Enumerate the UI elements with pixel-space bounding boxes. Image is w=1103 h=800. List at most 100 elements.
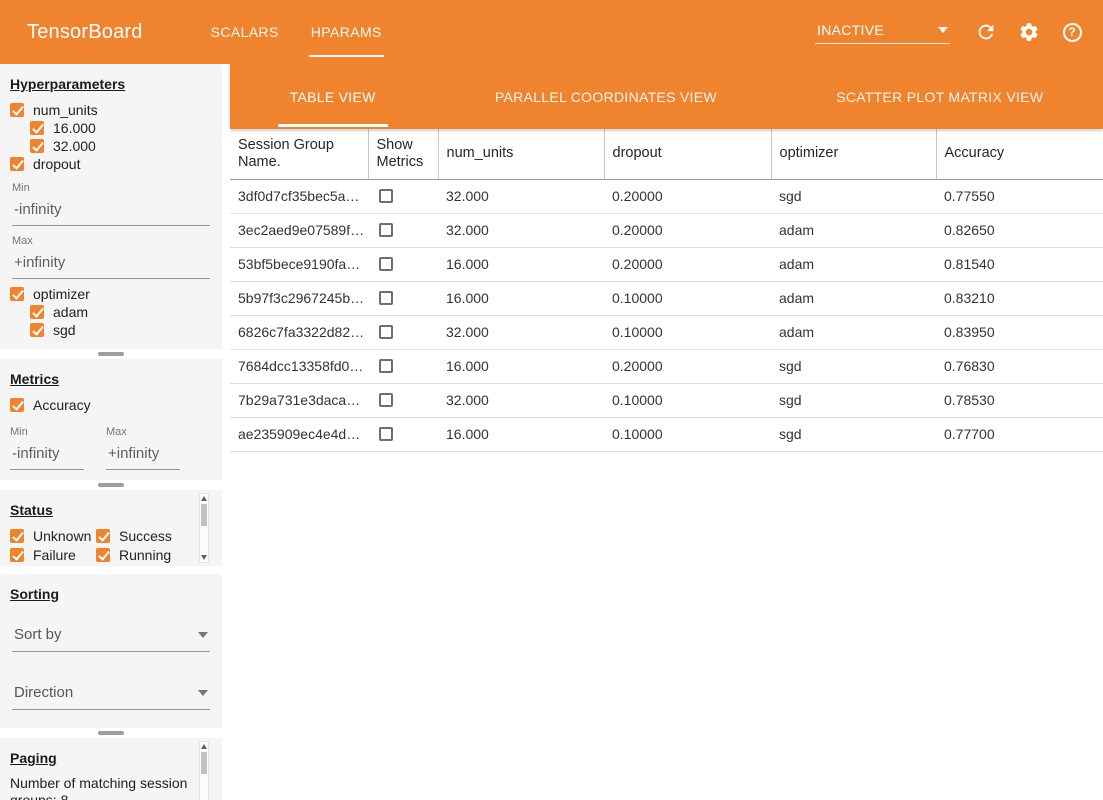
hparam-dropout-checkbox[interactable]: dropout xyxy=(10,155,212,173)
panel-resize-gap xyxy=(0,728,222,738)
tab-scalars[interactable]: SCALARS xyxy=(195,0,295,64)
hparams-sidebar: Hyperparameters num_units 16.000 32.000 … xyxy=(0,64,222,800)
hyperparameters-heading: Hyperparameters xyxy=(10,76,212,92)
checkbox-checked-icon xyxy=(10,287,24,301)
session-group-name-cell: 6826c7fa3322d82… xyxy=(230,315,368,349)
help-icon-glyph: ? xyxy=(1063,23,1082,42)
status-unknown-checkbox[interactable]: Unknown xyxy=(10,527,96,545)
accuracy-cell: 0.83950 xyxy=(936,315,1103,349)
tab-scatter-plot-matrix-view[interactable]: SCATTER PLOT MATRIX VIEW xyxy=(824,64,1055,129)
session-groups-table: Session Group Name. Show Metrics num_uni… xyxy=(230,129,1103,452)
panel-resize-gap xyxy=(0,480,222,490)
checkbox-checked-icon xyxy=(96,548,110,562)
tab-hparams[interactable]: HPARAMS xyxy=(295,0,398,64)
scrollbar-thumb[interactable] xyxy=(201,504,207,526)
run-status-value: INACTIVE xyxy=(817,22,884,38)
panel-resize-handle[interactable] xyxy=(98,731,124,735)
checkbox-checked-icon xyxy=(30,121,44,135)
show-metrics-checkbox[interactable] xyxy=(379,257,393,271)
num-units-cell: 16.000 xyxy=(438,417,604,451)
metric-accuracy-checkbox[interactable]: Accuracy xyxy=(10,396,212,414)
optimizer-cell: adam xyxy=(771,247,936,281)
dropout-max-input[interactable] xyxy=(12,254,210,279)
main-content: TABLE VIEW PARALLEL COORDINATES VIEW SCA… xyxy=(230,64,1103,800)
accuracy-cell: 0.81540 xyxy=(936,247,1103,281)
show-metrics-checkbox[interactable] xyxy=(379,359,393,373)
metric-min-field: Min xyxy=(10,426,84,470)
refresh-icon[interactable] xyxy=(973,19,999,45)
table-row: 53bf5bece9190fa… 16.000 0.20000 adam 0.8… xyxy=(230,247,1103,281)
status-success-checkbox[interactable]: Success xyxy=(96,527,192,545)
column-header-show-metrics: Show Metrics xyxy=(368,129,438,179)
panel-resize-handle[interactable] xyxy=(98,483,124,487)
show-metrics-checkbox[interactable] xyxy=(379,189,393,203)
status-running-checkbox[interactable]: Running xyxy=(96,546,192,564)
hparam-optimizer-label: optimizer xyxy=(33,286,90,302)
status-running-label: Running xyxy=(119,547,171,563)
optimizer-cell: sgd xyxy=(771,179,936,213)
scroll-up-icon[interactable] xyxy=(201,496,207,501)
show-metrics-checkbox[interactable] xyxy=(379,325,393,339)
hparam-optimizer-checkbox[interactable]: optimizer xyxy=(10,285,212,303)
tab-parallel-coordinates-view[interactable]: PARALLEL COORDINATES VIEW xyxy=(483,64,729,129)
panel-resize-handle[interactable] xyxy=(98,352,124,356)
num-units-cell: 16.000 xyxy=(438,247,604,281)
status-scrollbar[interactable] xyxy=(199,493,209,563)
metric-min-input[interactable] xyxy=(10,445,84,470)
num-units-16-label: 16.000 xyxy=(53,120,96,136)
column-header-num-units: num_units xyxy=(438,129,604,179)
show-metrics-checkbox[interactable] xyxy=(379,291,393,305)
accuracy-cell: 0.77550 xyxy=(936,179,1103,213)
run-status-dropdown[interactable]: INACTIVE xyxy=(815,20,950,44)
paging-scrollbar[interactable] xyxy=(199,741,209,800)
show-metrics-checkbox[interactable] xyxy=(379,223,393,237)
show-metrics-cell xyxy=(368,213,438,247)
show-metrics-checkbox[interactable] xyxy=(379,393,393,407)
chevron-down-icon xyxy=(198,632,208,638)
session-group-name-cell: 7684dcc13358fd0… xyxy=(230,349,368,383)
num-units-cell: 32.000 xyxy=(438,213,604,247)
num-units-16-checkbox[interactable]: 16.000 xyxy=(30,119,212,137)
scroll-down-icon[interactable] xyxy=(201,555,207,560)
status-failure-label: Failure xyxy=(33,547,76,563)
dropout-cell: 0.20000 xyxy=(604,213,771,247)
accuracy-cell: 0.76830 xyxy=(936,349,1103,383)
optimizer-cell: adam xyxy=(771,213,936,247)
paging-panel: Paging Number of matching session groups… xyxy=(0,738,222,800)
status-failure-checkbox[interactable]: Failure xyxy=(10,546,96,564)
num-units-32-checkbox[interactable]: 32.000 xyxy=(30,137,212,155)
optimizer-sgd-checkbox[interactable]: sgd xyxy=(30,321,212,339)
checkbox-checked-icon xyxy=(10,157,24,171)
table-row: ae235909ec4e4d… 16.000 0.10000 sgd 0.777… xyxy=(230,417,1103,451)
panel-spacer xyxy=(0,566,222,574)
direction-select[interactable]: Direction xyxy=(12,684,210,710)
session-group-name-cell: 3df0d7cf35bec5a… xyxy=(230,179,368,213)
tab-table-view[interactable]: TABLE VIEW xyxy=(278,64,388,129)
min-label: Min xyxy=(10,426,84,438)
help-icon[interactable]: ? xyxy=(1059,19,1085,45)
gear-icon[interactable] xyxy=(1016,19,1042,45)
optimizer-cell: sgd xyxy=(771,417,936,451)
hparam-num-units-checkbox[interactable]: num_units xyxy=(10,101,212,119)
dropout-min-input[interactable] xyxy=(12,201,210,226)
scrollbar-thumb[interactable] xyxy=(201,752,207,774)
min-label: Min xyxy=(12,182,210,194)
top-nav-tabs: SCALARS HPARAMS xyxy=(195,0,398,64)
dropout-cell: 0.20000 xyxy=(604,247,771,281)
hparam-dropout-label: dropout xyxy=(33,156,80,172)
show-metrics-checkbox[interactable] xyxy=(379,427,393,441)
dropout-cell: 0.10000 xyxy=(604,417,771,451)
show-metrics-cell xyxy=(368,281,438,315)
show-metrics-cell xyxy=(368,383,438,417)
scroll-up-icon[interactable] xyxy=(201,744,207,749)
refresh-icon-glyph xyxy=(975,21,997,43)
matching-groups-summary: Number of matching session groups: 8 xyxy=(10,775,194,800)
optimizer-adam-checkbox[interactable]: adam xyxy=(30,303,212,321)
direction-value: Direction xyxy=(14,684,73,701)
column-header-dropout: dropout xyxy=(604,129,771,179)
table-row: 3df0d7cf35bec5a… 32.000 0.20000 sgd 0.77… xyxy=(230,179,1103,213)
metric-max-input[interactable] xyxy=(106,445,180,470)
page-content: Hyperparameters num_units 16.000 32.000 … xyxy=(0,64,1103,800)
sort-by-select[interactable]: Sort by xyxy=(12,626,210,652)
num-units-cell: 32.000 xyxy=(438,315,604,349)
